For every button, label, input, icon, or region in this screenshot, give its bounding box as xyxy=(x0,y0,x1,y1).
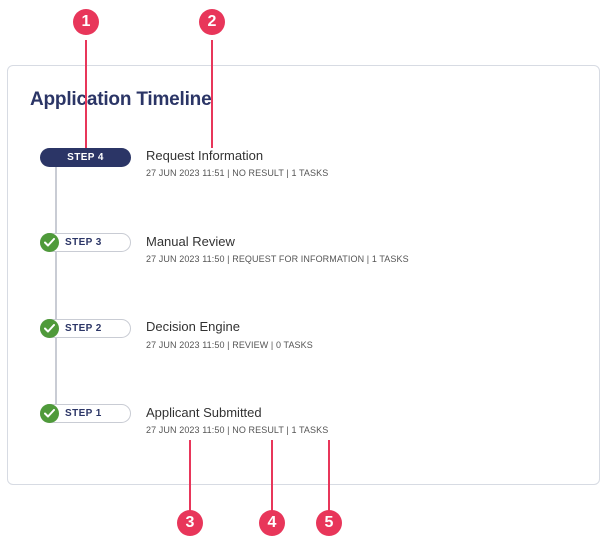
timeline-connector xyxy=(55,166,57,412)
step-title: Manual Review xyxy=(146,234,235,249)
step-meta: 27 JUN 2023 11:50 | NO RESULT | 1 TASKS xyxy=(146,425,329,435)
annotation-leader xyxy=(189,440,191,512)
annotation-leader xyxy=(271,440,273,512)
check-icon xyxy=(40,233,59,252)
step-badge-label: STEP 2 xyxy=(65,323,102,334)
annotation-marker: 4 xyxy=(259,510,285,536)
annotation-marker: 2 xyxy=(199,9,225,35)
annotation-marker: 5 xyxy=(316,510,342,536)
step-title: Decision Engine xyxy=(146,319,240,334)
check-icon xyxy=(40,404,59,423)
step-badge-complete: STEP 1 xyxy=(40,404,131,423)
annotation-leader xyxy=(211,40,213,148)
step-badge-current: STEP 4 xyxy=(40,148,131,167)
step-badge-complete: STEP 2 xyxy=(40,319,131,338)
step-badge-label: STEP 4 xyxy=(67,152,104,163)
annotation-marker: 1 xyxy=(73,9,99,35)
step-title: Applicant Submitted xyxy=(146,405,262,420)
step-meta: 27 JUN 2023 11:50 | REQUEST FOR INFORMAT… xyxy=(146,254,409,264)
timeline-title: Application Timeline xyxy=(30,89,212,110)
annotation-leader xyxy=(85,40,87,148)
annotation-marker: 3 xyxy=(177,510,203,536)
step-meta: 27 JUN 2023 11:51 | NO RESULT | 1 TASKS xyxy=(146,168,329,178)
step-badge-label: STEP 1 xyxy=(65,408,102,419)
annotation-leader xyxy=(328,440,330,512)
step-title: Request Information xyxy=(146,148,264,163)
step-badge-label: STEP 3 xyxy=(65,237,102,248)
check-icon xyxy=(40,319,59,338)
step-meta: 27 JUN 2023 11:50 | REVIEW | 0 TASKS xyxy=(146,340,313,350)
step-badge-complete: STEP 3 xyxy=(40,233,131,252)
